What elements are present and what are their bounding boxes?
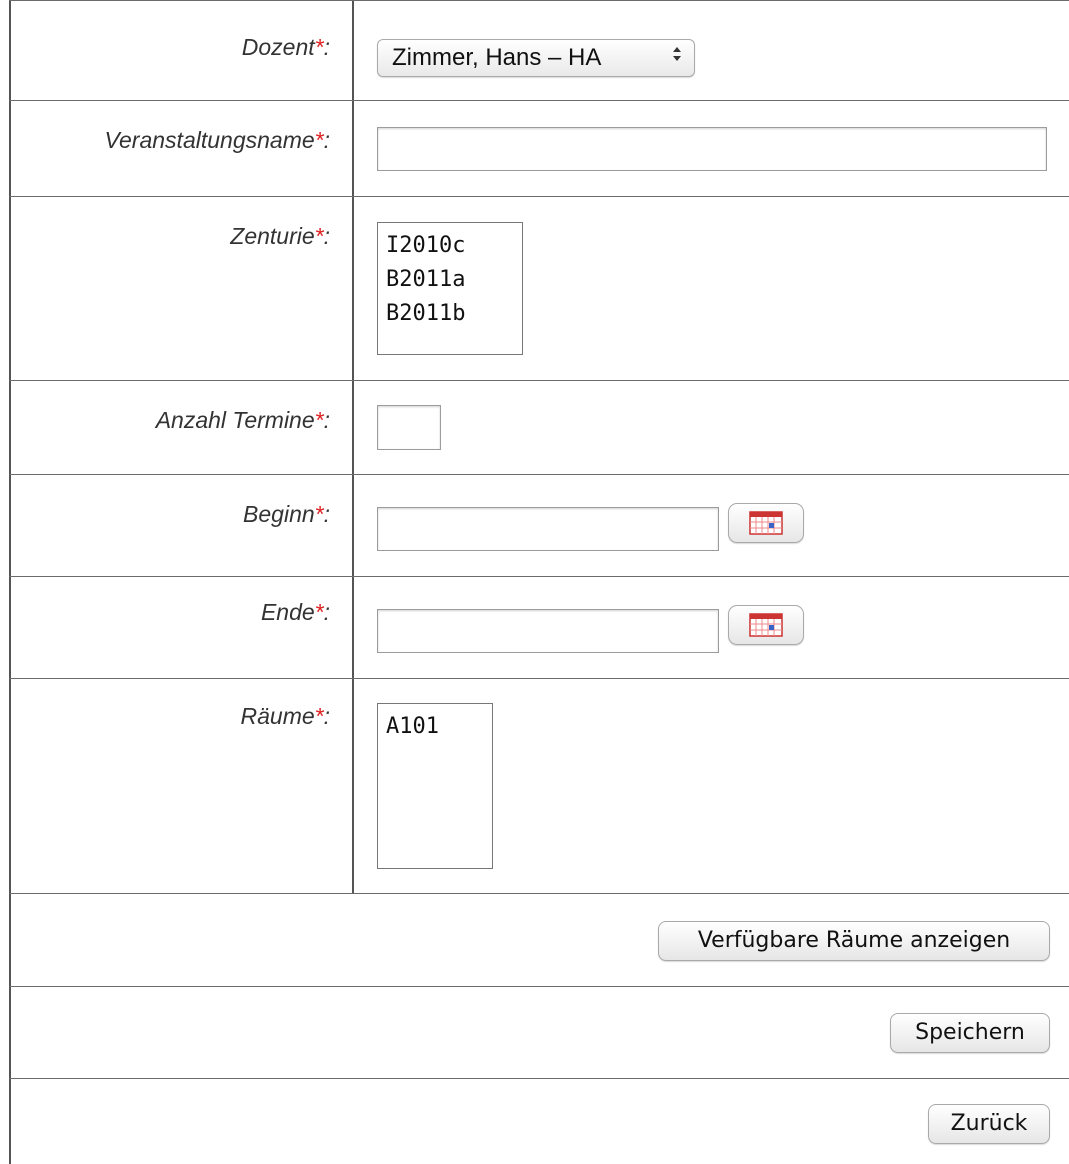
required-marker: * bbox=[314, 703, 324, 729]
zenturie-label-text: Zenturie bbox=[230, 223, 315, 249]
row-dozent: Dozent*: Zimmer, Hans – HA bbox=[9, 0, 1069, 100]
row-anzahl-termine: Anzahl Termine*: bbox=[9, 380, 1069, 474]
dozent-selected-value: Zimmer, Hans – HA bbox=[392, 44, 602, 71]
required-marker: * bbox=[314, 501, 324, 527]
ende-label-text: Ende bbox=[260, 599, 315, 625]
required-marker: * bbox=[314, 407, 324, 433]
calendar-icon bbox=[749, 511, 783, 540]
beginn-label: Beginn*: bbox=[243, 501, 330, 527]
beginn-input[interactable] bbox=[377, 507, 719, 551]
column-divider bbox=[352, 679, 354, 894]
row-save: Speichern bbox=[9, 986, 1069, 1078]
raeume-listbox[interactable]: A101 bbox=[377, 703, 493, 869]
row-raeume: Räume*: A101 bbox=[9, 678, 1069, 894]
ende-calendar-button[interactable] bbox=[728, 605, 804, 645]
required-marker: * bbox=[314, 223, 324, 249]
zenturie-listbox[interactable]: I2010c B2011a B2011b bbox=[377, 222, 523, 355]
column-divider bbox=[352, 101, 354, 196]
row-ende: Ende*: bbox=[9, 576, 1069, 678]
dozent-label: Dozent*: bbox=[241, 34, 330, 60]
row-back: Zurück bbox=[9, 1078, 1069, 1164]
column-divider bbox=[352, 475, 354, 576]
column-divider bbox=[352, 1, 354, 100]
veranstaltungsname-label: Veranstaltungsname*: bbox=[104, 127, 330, 153]
zenturie-option[interactable]: B2011b bbox=[386, 297, 514, 331]
row-veranstaltungsname: Veranstaltungsname*: bbox=[9, 100, 1069, 196]
veranstaltungsname-input[interactable] bbox=[377, 127, 1047, 171]
row-show-rooms: Verfügbare Räume anzeigen bbox=[9, 893, 1069, 986]
anzahl-termine-input[interactable] bbox=[377, 405, 441, 450]
show-available-rooms-button[interactable]: Verfügbare Räume anzeigen bbox=[658, 921, 1050, 961]
required-marker: * bbox=[314, 34, 324, 60]
row-zenturie: Zenturie*: I2010c B2011a B2011b bbox=[9, 196, 1069, 380]
ende-input[interactable] bbox=[377, 609, 719, 653]
required-marker: * bbox=[314, 599, 324, 625]
save-button[interactable]: Speichern bbox=[890, 1013, 1050, 1053]
beginn-calendar-button[interactable] bbox=[728, 503, 804, 543]
veranstaltungsname-label-text: Veranstaltungsname bbox=[104, 127, 315, 153]
dozent-label-text: Dozent bbox=[241, 34, 315, 60]
column-divider bbox=[352, 381, 354, 474]
required-marker: * bbox=[314, 127, 324, 153]
anzahl-termine-label-text: Anzahl Termine bbox=[155, 407, 315, 433]
zenturie-option[interactable]: I2010c bbox=[386, 229, 514, 263]
dozent-select[interactable]: Zimmer, Hans – HA bbox=[377, 39, 695, 77]
raeume-option[interactable]: A101 bbox=[386, 710, 484, 744]
beginn-label-text: Beginn bbox=[243, 501, 315, 527]
anzahl-termine-label: Anzahl Termine*: bbox=[155, 407, 330, 433]
up-down-arrows-icon bbox=[672, 40, 682, 76]
column-divider bbox=[352, 577, 354, 678]
column-divider bbox=[352, 197, 354, 380]
zenturie-option[interactable]: B2011a bbox=[386, 263, 514, 297]
ende-label: Ende*: bbox=[260, 599, 330, 625]
back-button[interactable]: Zurück bbox=[928, 1104, 1050, 1144]
raeume-label: Räume*: bbox=[240, 703, 331, 729]
raeume-label-text: Räume bbox=[240, 703, 315, 729]
calendar-icon bbox=[749, 613, 783, 642]
row-beginn: Beginn*: bbox=[9, 474, 1069, 576]
zenturie-label: Zenturie*: bbox=[230, 223, 330, 249]
